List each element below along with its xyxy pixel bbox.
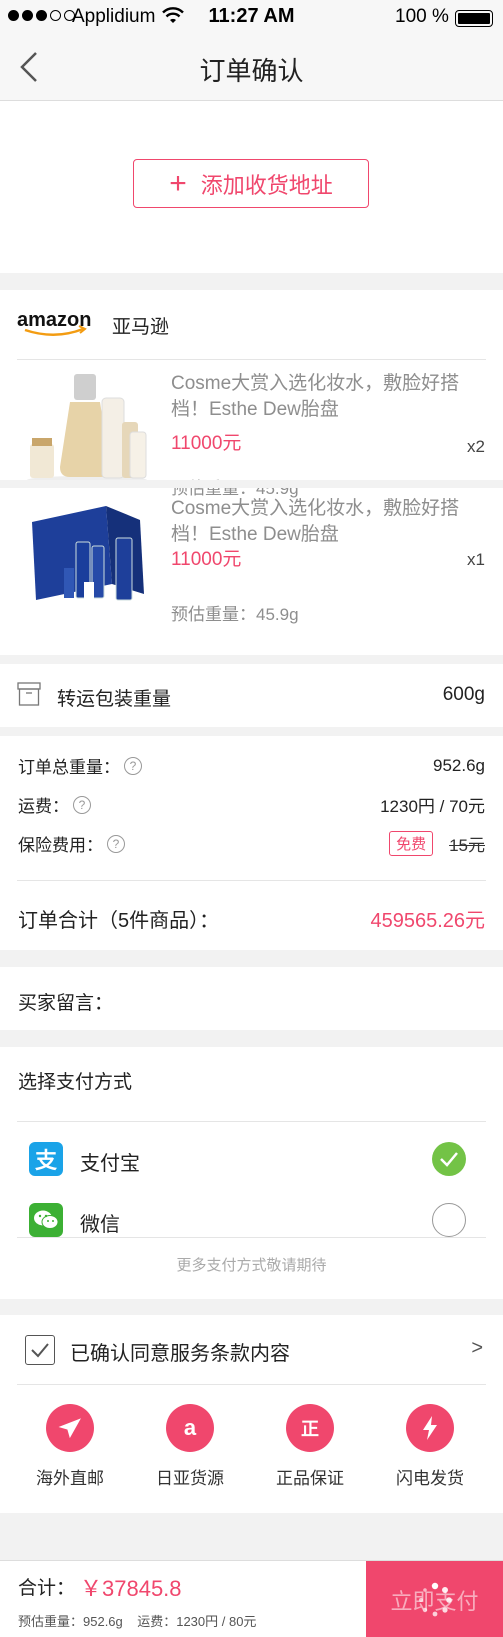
alipay-icon: 支 — [29, 1142, 63, 1176]
buyer-message-label: 买家留言： — [18, 993, 114, 1014]
payment-option-label: 支付宝 — [80, 1153, 140, 1175]
checkout-bar: 合计： ￥37845.8 预估重量：952.6g 运费：1230円 / 80元 … — [0, 1560, 503, 1637]
package-weight-row: 转运包装重量 600g — [0, 664, 503, 727]
list-item[interactable]: Cosme大赏入选化妆水，敷脸好搭档！Esthe Dew胎盘 11000元 x2… — [0, 360, 503, 498]
more-payment-note: 更多支付方式敬请期待 — [176, 1257, 327, 1274]
genuine-icon: 正 — [286, 1404, 334, 1452]
fees-section: 订单总重量： ? 952.6g 运费： ? 1230円 / 70元 保险费用： … — [0, 736, 503, 950]
divider — [17, 1384, 486, 1385]
shipping-row: 运费： ? 1230円 / 70元 — [18, 792, 485, 817]
airplane-icon — [46, 1404, 94, 1452]
total-weight-row: 订单总重量： ? 952.6g — [18, 753, 485, 778]
radio-checked-icon[interactable] — [432, 1142, 466, 1176]
amazon-icon: a — [166, 1404, 214, 1452]
order-total-value: 459565.26元 — [370, 910, 485, 932]
feature-overseas-shipping: 海外直邮 — [20, 1404, 120, 1489]
feature-genuine: 正 正品保证 — [260, 1404, 360, 1489]
product-price: 11000元 — [171, 549, 242, 570]
chevron-right-icon[interactable]: > — [471, 1337, 483, 1360]
feature-label: 海外直邮 — [36, 1469, 104, 1488]
divider — [0, 480, 503, 488]
status-bar: Applidium 11:27 AM 100 % — [0, 0, 503, 34]
page-title: 订单确认 — [199, 56, 304, 86]
list-item[interactable]: Cosme大赏入选化妆水，敷脸好搭档！Esthe Dew胎盘 11000元 x1… — [0, 488, 503, 628]
payment-option-label: 微信 — [80, 1214, 120, 1236]
product-image — [32, 506, 144, 601]
payment-section: 选择支付方式 支 支付宝 微信 更多支付方式敬请期待 — [0, 1047, 503, 1299]
wechat-icon — [29, 1203, 63, 1237]
feature-amazon-source: a 日亚货源 — [140, 1404, 240, 1489]
product-weight: 预估重量：45.9g — [171, 605, 299, 624]
lightning-icon — [406, 1404, 454, 1452]
product-title: Cosme大赏入选化妆水，敷脸好搭档！Esthe Dew胎盘 — [171, 498, 460, 545]
store-section: amazon 亚马逊 Cosme大赏入选化妆水，敷脸好搭档！Esthe Dew胎… — [0, 290, 503, 655]
plus-icon: + — [169, 166, 187, 200]
order-total-label: 订单合计（5件商品）： — [18, 910, 220, 932]
sum-details: 预估重量：952.6g 运费：1230円 / 80元 — [18, 1614, 257, 1629]
sum-label: 合计： — [18, 1578, 76, 1599]
address-section: + 添加收货地址 — [0, 101, 503, 273]
product-quantity: x1 — [467, 550, 485, 569]
feature-fast-delivery: 闪电发货 — [380, 1404, 480, 1489]
divider — [17, 1237, 486, 1238]
help-icon[interactable]: ? — [124, 756, 142, 775]
payment-option-wechat[interactable]: 微信 — [0, 1192, 503, 1248]
payment-title: 选择支付方式 — [18, 1072, 133, 1093]
buyer-message-field[interactable]: 买家留言： — [0, 967, 503, 1030]
radio-unchecked-icon[interactable] — [432, 1203, 466, 1237]
shipping-label: 运费： — [18, 797, 69, 816]
help-icon[interactable]: ? — [107, 834, 125, 853]
insurance-original-price: 15元 — [449, 836, 485, 855]
divider — [17, 880, 486, 881]
terms-section: 已确认同意服务条款内容 > 海外直邮 a 日亚货源 正 正品保证 闪电发货 — [0, 1315, 503, 1513]
store-name: 亚马逊 — [112, 317, 170, 338]
insurance-label: 保险费用： — [18, 836, 103, 855]
payment-option-alipay[interactable]: 支 支付宝 — [0, 1131, 503, 1187]
feature-label: 闪电发货 — [396, 1469, 464, 1488]
divider — [17, 1121, 486, 1122]
feature-label: 正品保证 — [276, 1469, 344, 1488]
package-weight-label: 转运包装重量 — [57, 689, 172, 710]
product-image — [27, 374, 147, 484]
terms-label[interactable]: 已确认同意服务条款内容 — [70, 1337, 290, 1366]
product-price: 11000元 — [171, 433, 242, 454]
battery-icon — [455, 10, 493, 27]
total-weight-label: 订单总重量： — [18, 758, 120, 777]
product-quantity: x2 — [467, 437, 485, 456]
package-weight-value: 600g — [442, 684, 485, 705]
add-address-button[interactable]: + 添加收货地址 — [133, 159, 369, 208]
checkbox-checked-icon[interactable] — [25, 1335, 55, 1365]
pay-now-button[interactable]: 立即支付 — [366, 1561, 503, 1637]
box-icon — [17, 682, 41, 706]
amazon-logo: amazon — [17, 309, 91, 336]
shipping-value: 1230円 / 70元 — [380, 797, 485, 816]
total-weight-value: 952.6g — [433, 755, 485, 775]
product-title: Cosme大赏入选化妆水，敷脸好搭档！Esthe Dew胎盘 — [171, 373, 460, 420]
help-icon[interactable]: ? — [73, 795, 91, 814]
add-address-label: 添加收货地址 — [200, 172, 333, 198]
free-badge: 免费 — [389, 831, 434, 856]
battery-percent: 100 % — [395, 6, 449, 27]
nav-bar: 订单确认 — [0, 34, 503, 101]
sum-value: ￥37845.8 — [80, 1576, 182, 1601]
insurance-row: 保险费用： ? 免费 15元 — [18, 831, 485, 856]
loading-spinner-icon — [418, 1582, 452, 1616]
feature-label: 日亚货源 — [156, 1469, 224, 1488]
